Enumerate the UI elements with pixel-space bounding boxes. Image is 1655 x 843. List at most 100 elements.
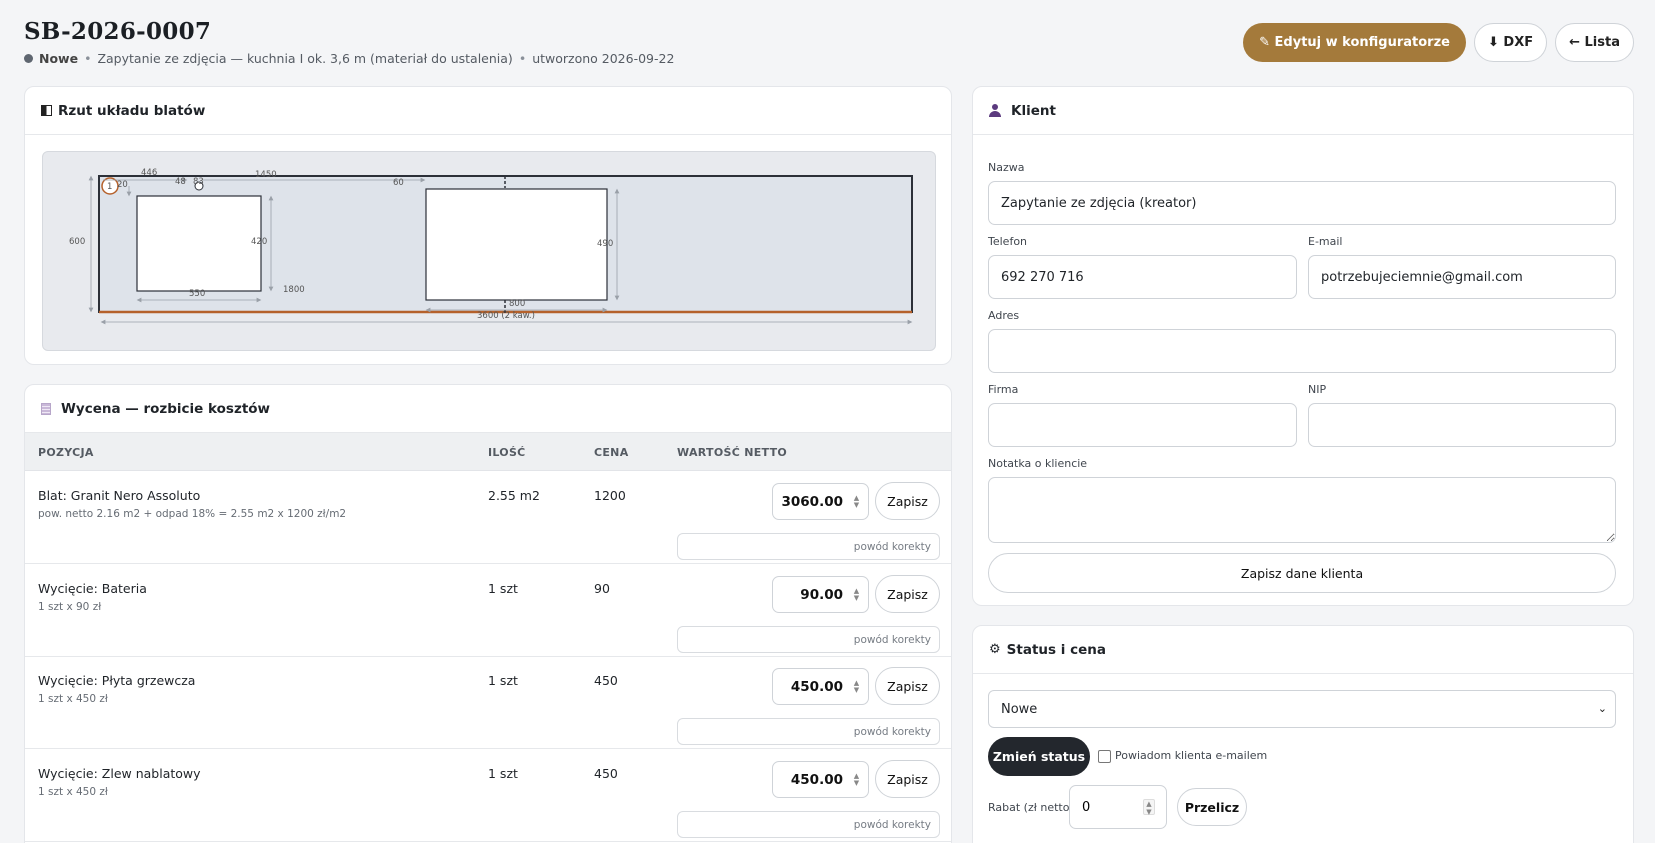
dim-1450: 1450 xyxy=(255,170,277,180)
row-name: Wycięcie: Zlew nablatowy xyxy=(38,766,201,781)
row-desc: pow. netto 2.16 m2 + odpad 18% = 2.55 m2… xyxy=(38,508,347,520)
notify-client-label: Powiadom klienta e-mailem xyxy=(1115,749,1268,762)
correction-reason-input[interactable] xyxy=(677,718,940,745)
table-header: POZYCJA ILOŚĆ CENA WARTOŚĆ NETTO xyxy=(25,433,951,471)
client-note-textarea[interactable] xyxy=(988,477,1616,543)
row-desc: 1 szt x 450 zł xyxy=(38,786,108,798)
table-row: Blat: Granit Nero Assoluto pow. netto 2.… xyxy=(25,471,951,564)
status-select-value: Nowe xyxy=(1001,701,1038,717)
correction-reason-input[interactable] xyxy=(677,533,940,560)
card-header: Klient xyxy=(973,87,1633,135)
quote-breakdown-card: Wycena — rozbicie kosztów POZYCJA ILOŚĆ … xyxy=(24,384,952,843)
order-description: Zapytanie ze zdjęcia — kuchnia I ok. 3,6… xyxy=(97,51,513,66)
plan-title: Rzut układu blatów xyxy=(58,102,206,119)
chevron-down-icon: ⌄ xyxy=(1597,702,1607,715)
row-price: 1200 xyxy=(594,488,626,503)
row-price: 90 xyxy=(594,581,610,596)
countertop-drawing: 1 600 3600 (2 kaw.) 446 48 83 1450 60 20… xyxy=(69,168,913,325)
row-desc: 1 szt x 450 zł xyxy=(38,693,108,705)
company-field[interactable] xyxy=(988,403,1297,447)
correction-reason-input[interactable] xyxy=(677,811,940,838)
spinner-icon[interactable]: ▲ ▼ xyxy=(852,495,861,509)
cutout-sink xyxy=(425,188,608,301)
client-name-field[interactable] xyxy=(988,181,1616,225)
edit-in-configurator-button[interactable]: ✎ Edytuj w konfiguratorze xyxy=(1243,23,1466,62)
spinner-icon[interactable]: ▲ ▼ xyxy=(852,773,861,787)
status-price-card: ⚙ Status i cena Nowe ⌄ Zmień status Powi… xyxy=(972,625,1634,843)
row-name: Blat: Granit Nero Assoluto xyxy=(38,488,201,503)
col-price: CENA xyxy=(594,446,629,459)
back-to-list-button[interactable]: ← Lista xyxy=(1555,23,1634,62)
email-label: E-mail xyxy=(1308,235,1343,248)
name-label: Nazwa xyxy=(988,161,1025,174)
row-save-button[interactable]: Zapisz xyxy=(875,482,940,520)
spinner-icon[interactable]: ▲ ▼ xyxy=(852,588,861,602)
card-header: ⚙ Status i cena xyxy=(973,626,1633,674)
discount-label: Rabat (zł netto) xyxy=(988,801,1074,814)
row-name: Wycięcie: Bateria xyxy=(38,581,147,596)
dim-83: 83 xyxy=(193,177,204,187)
status-badge: Nowe xyxy=(39,51,79,66)
client-title: Klient xyxy=(1011,102,1056,119)
dim-550: 550 xyxy=(189,289,205,299)
dim-total-length: 3600 (2 kaw.) xyxy=(477,311,535,321)
nip-label: NIP xyxy=(1308,383,1327,396)
save-client-button[interactable]: Zapisz dane klienta xyxy=(988,553,1616,593)
dim-depth: 600 xyxy=(69,237,85,247)
company-label: Firma xyxy=(988,383,1019,396)
dim-60: 60 xyxy=(393,178,404,188)
spinner-icon[interactable]: ▲ ▼ xyxy=(852,680,861,694)
user-icon xyxy=(989,104,1001,117)
header-actions: ✎ Edytuj w konfiguratorze ⬇ DXF ← Lista xyxy=(1243,23,1634,62)
email-field[interactable] xyxy=(1308,255,1616,299)
card-header: Rzut układu blatów xyxy=(25,87,951,135)
table-row: Wycięcie: Zlew nablatowy 1 szt x 450 zł … xyxy=(25,749,951,842)
col-position: POZYCJA xyxy=(38,446,94,459)
client-card: Klient Nazwa Telefon E-mail Adres Firma … xyxy=(972,86,1634,606)
row-save-button[interactable]: Zapisz xyxy=(875,760,940,798)
countertop-plan-card: Rzut układu blatów 1 600 3600 (2 kaw.) 4… xyxy=(24,86,952,365)
card-header: Wycena — rozbicie kosztów xyxy=(25,385,951,433)
nip-field[interactable] xyxy=(1308,403,1616,447)
quote-title: Wycena — rozbicie kosztów xyxy=(61,400,271,417)
status-select[interactable]: Nowe ⌄ xyxy=(988,690,1616,728)
status-dot-icon xyxy=(24,54,33,63)
row-qty: 1 szt xyxy=(488,766,518,781)
row-save-button[interactable]: Zapisz xyxy=(875,667,940,705)
col-qty: ILOŚĆ xyxy=(488,446,526,459)
phone-field[interactable] xyxy=(988,255,1297,299)
row-name: Wycięcie: Płyta grzewcza xyxy=(38,673,196,688)
separator: • xyxy=(518,51,527,66)
page-header: SB-2026-0007 Nowe • Zapytanie ze zdjęcia… xyxy=(24,18,1634,68)
notify-client-checkbox[interactable] xyxy=(1098,750,1111,763)
separator: • xyxy=(84,51,92,66)
row-price: 450 xyxy=(594,673,618,688)
cutout-hob xyxy=(136,195,262,292)
note-label: Notatka o kliencie xyxy=(988,457,1088,470)
table-row: Wycięcie: Płyta grzewcza 1 szt x 450 zł … xyxy=(25,656,951,749)
dxf-download-button[interactable]: ⬇ DXF xyxy=(1473,23,1548,62)
address-field[interactable] xyxy=(988,329,1616,373)
table-row: Wycięcie: Bateria 1 szt x 90 zł 1 szt 90… xyxy=(25,564,951,657)
created-date: utworzono 2026-09-22 xyxy=(532,51,675,66)
address-label: Adres xyxy=(988,309,1020,322)
correction-reason-input[interactable] xyxy=(677,626,940,653)
spinner-icon[interactable]: ▲ ▼ xyxy=(1143,799,1155,816)
row-qty: 1 szt xyxy=(488,581,518,596)
row-save-button[interactable]: Zapisz xyxy=(875,575,940,613)
dim-48: 48 xyxy=(175,177,186,187)
recalculate-button[interactable]: Przelicz xyxy=(1177,788,1247,826)
layout-icon xyxy=(41,105,52,116)
plan-canvas: 1 600 3600 (2 kaw.) 446 48 83 1450 60 20… xyxy=(42,151,936,351)
section-marker-label: 1 xyxy=(107,182,112,192)
dim-small: 20 xyxy=(117,180,128,190)
row-price: 450 xyxy=(594,766,618,781)
dim-1800: 1800 xyxy=(283,285,305,295)
dim-420: 420 xyxy=(251,237,267,247)
dim-490: 490 xyxy=(597,239,613,249)
dim-800: 800 xyxy=(509,299,525,309)
col-net-value: WARTOŚĆ NETTO xyxy=(677,446,788,459)
status-title: Status i cena xyxy=(1006,641,1106,658)
row-qty: 2.55 m2 xyxy=(488,488,540,503)
change-status-button[interactable]: Zmień status xyxy=(988,737,1090,776)
